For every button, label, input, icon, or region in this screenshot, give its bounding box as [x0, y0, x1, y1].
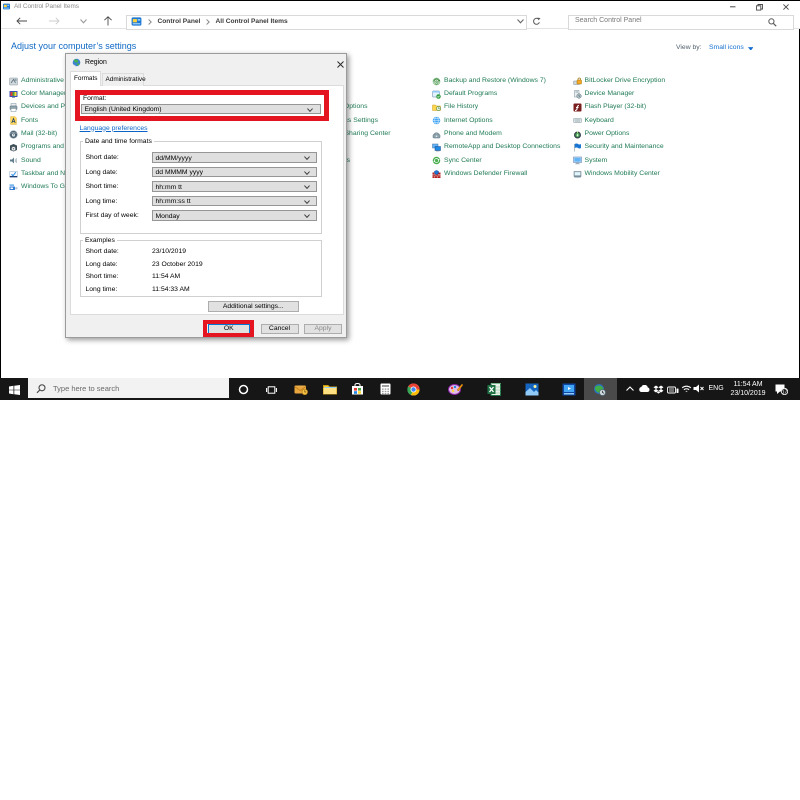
- svg-text:17: 17: [782, 389, 788, 394]
